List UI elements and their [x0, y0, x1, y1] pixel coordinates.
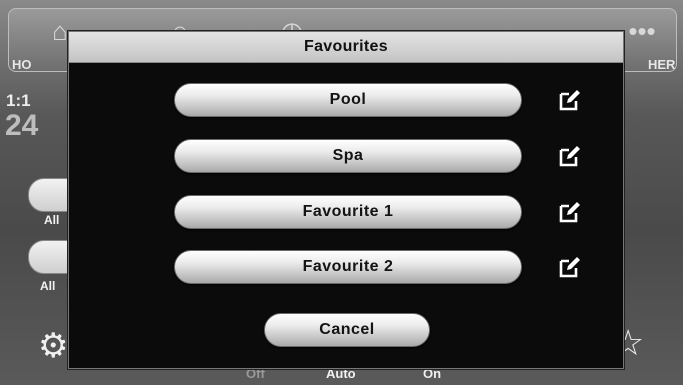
tab-weather-label: HER: [648, 57, 676, 72]
edit-icon[interactable]: [558, 144, 582, 168]
favourite-row-spa: Spa: [69, 139, 623, 173]
more-icon: •••: [628, 16, 656, 46]
favourites-dialog: Favourites Pool Spa Favourite 1 Favourit…: [68, 31, 624, 369]
favourite-button-2[interactable]: Favourite 2: [174, 250, 522, 284]
background-toggle-1-label: All: [44, 213, 60, 227]
temperature-readout: 24: [5, 109, 39, 142]
settings-gear-icon: ⚙: [38, 327, 69, 365]
dialog-title: Favourites: [69, 32, 623, 63]
edit-icon[interactable]: [558, 88, 582, 112]
tab-home-label: HO: [12, 57, 32, 72]
favourite-row-pool: Pool: [69, 83, 623, 117]
background-toggle-2-label: All: [40, 279, 56, 293]
favourite-button-pool[interactable]: Pool: [174, 83, 522, 117]
edit-icon[interactable]: [558, 255, 582, 279]
edit-icon[interactable]: [558, 200, 582, 224]
favourite-button-1[interactable]: Favourite 1: [174, 195, 522, 229]
favourite-row-1: Favourite 1: [69, 195, 623, 229]
clock-time: 1:1: [6, 91, 31, 110]
cancel-button[interactable]: Cancel: [264, 313, 430, 347]
favourite-button-spa[interactable]: Spa: [174, 139, 522, 173]
favourite-row-2: Favourite 2: [69, 250, 623, 284]
